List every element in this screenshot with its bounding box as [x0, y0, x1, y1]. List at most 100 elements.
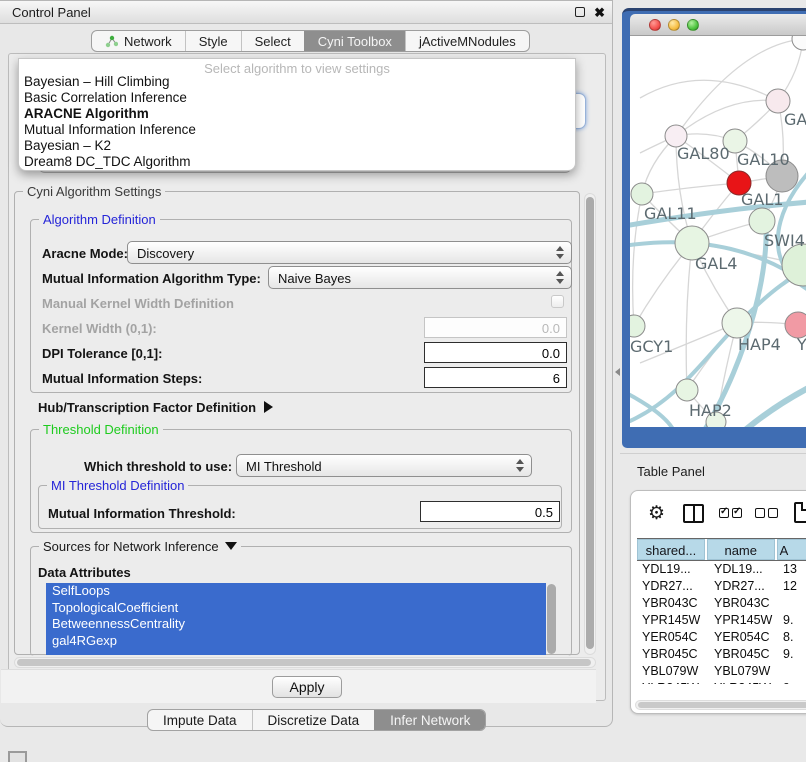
- mi-steps-field[interactable]: 6: [424, 367, 567, 388]
- algorithm-option[interactable]: Bayesian – Hill Climbing: [19, 74, 575, 90]
- node-label: SWI4: [764, 231, 805, 250]
- mi-steps-label: Mutual Information Steps:: [42, 371, 202, 386]
- attribute-item-partial: [46, 649, 546, 655]
- mi-threshold-field[interactable]: 0.5: [420, 501, 560, 522]
- close-traffic-light-icon[interactable]: [649, 19, 661, 31]
- node-label: GAL80: [677, 144, 730, 163]
- algorithm-option[interactable]: Mutual Information Inference: [19, 122, 575, 138]
- which-threshold-combobox[interactable]: MI Threshold: [236, 454, 532, 477]
- table-panel: ⚙ shared... name A YDL19...YDL19...13 YD…: [630, 490, 806, 714]
- panel-corner-icon[interactable]: [8, 751, 27, 762]
- mi-threshold-label: Mutual Information Threshold:: [48, 506, 236, 521]
- tab-network[interactable]: Network: [92, 31, 185, 51]
- manual-kernel-width-label: Manual Kernel Width Definition: [42, 296, 234, 311]
- column-header-name[interactable]: name: [707, 539, 775, 560]
- node-label: GAL11: [644, 204, 697, 223]
- node-label: GAL4: [695, 254, 737, 273]
- attribute-item-selected[interactable]: gal4RGexp: [46, 633, 546, 650]
- network-node-hap2[interactable]: [676, 379, 698, 401]
- table-row[interactable]: YBL079WYBL079W: [637, 663, 806, 680]
- node-label: GCY1: [630, 337, 673, 356]
- aracne-mode-label: Aracne Mode:: [42, 246, 128, 261]
- network-node-gcy1[interactable]: [630, 315, 645, 337]
- settings-group-title: Cyni Algorithm Settings: [23, 184, 165, 199]
- algorithm-option-selected[interactable]: ARACNE Algorithm: [19, 106, 575, 122]
- hub-definition-toggle[interactable]: Hub/Transcription Factor Definition: [38, 400, 273, 415]
- algorithm-option[interactable]: Dream8 DC_TDC Algorithm: [19, 154, 575, 170]
- algorithm-definition-title: Algorithm Definition: [39, 212, 160, 227]
- spinner-arrows-icon: [556, 271, 564, 284]
- attribute-item-selected[interactable]: BetweennessCentrality: [46, 616, 546, 633]
- network-icon: [105, 35, 118, 48]
- table-horizontal-scrollbar[interactable]: [635, 700, 806, 710]
- algorithm-option[interactable]: Basic Correlation Inference: [19, 90, 575, 106]
- node-label: GAL1: [741, 190, 783, 209]
- deselect-all-checks-icon[interactable]: [755, 508, 778, 518]
- kernel-width-label: Kernel Width (0,1):: [42, 321, 157, 336]
- split-columns-icon[interactable]: [683, 504, 704, 523]
- apply-button[interactable]: Apply: [272, 676, 342, 698]
- tab-style[interactable]: Style: [185, 31, 241, 51]
- table-row[interactable]: YDR27...YDR27...12: [637, 578, 806, 595]
- select-all-checks-icon[interactable]: [719, 508, 742, 518]
- network-node-gal11[interactable]: [631, 183, 653, 205]
- float-window-icon[interactable]: [575, 7, 585, 17]
- manual-kernel-width-checkbox[interactable]: [551, 295, 564, 308]
- aracne-mode-combobox[interactable]: Discovery: [127, 241, 572, 264]
- threshold-definition-title: Threshold Definition: [39, 422, 163, 437]
- settings-horizontal-scrollbar[interactable]: [14, 657, 596, 668]
- column-header-shared[interactable]: shared...: [637, 539, 705, 560]
- table-row[interactable]: YPR145WYPR145W9.: [637, 612, 806, 629]
- tab-cyni-toolbox[interactable]: Cyni Toolbox: [304, 31, 405, 51]
- screen: Control Panel ✖ Network Style Select Cyn…: [0, 0, 806, 762]
- which-threshold-label: Which threshold to use:: [84, 459, 232, 474]
- table-row[interactable]: YER054CYER054C8.: [637, 629, 806, 646]
- mi-algorithm-type-combobox[interactable]: Naive Bayes: [268, 266, 572, 289]
- node-label: HAP2: [689, 401, 732, 420]
- sources-group-toggle[interactable]: Sources for Network Inference: [39, 539, 241, 554]
- table-row[interactable]: YDL19...YDL19...13: [637, 561, 806, 578]
- network-node[interactable]: [792, 36, 806, 50]
- cyni-bottom-tabbar: Impute Data Discretize Data Infer Networ…: [147, 709, 486, 731]
- table-row[interactable]: YLR345WYLR345W9.: [637, 680, 806, 684]
- table-row[interactable]: YBR045CYBR045C9.: [637, 646, 806, 663]
- data-attributes-list[interactable]: SelfLoops TopologicalCoefficient Between…: [46, 583, 546, 655]
- tab-select[interactable]: Select: [241, 31, 304, 51]
- kernel-width-field[interactable]: 0.0: [424, 317, 567, 338]
- dpi-tolerance-field[interactable]: 0.0: [424, 342, 567, 363]
- tab-jactivemnodules[interactable]: jActiveMNodules: [405, 31, 529, 51]
- attribute-item-selected[interactable]: TopologicalCoefficient: [46, 600, 546, 617]
- table-toolbar: ⚙: [631, 491, 806, 538]
- network-window-titlebar: [630, 14, 806, 36]
- algorithm-option[interactable]: Bayesian – K2: [19, 138, 575, 154]
- table-header: shared... name A: [637, 539, 806, 561]
- minimize-traffic-light-icon[interactable]: [668, 19, 680, 31]
- mi-algorithm-type-label: Mutual Information Algorithm Type:: [42, 271, 261, 286]
- splitter-handle-icon[interactable]: [615, 368, 620, 376]
- column-header-partial[interactable]: A: [777, 539, 806, 560]
- network-canvas[interactable]: GAL GAL80 GAL10 GAL1 GAL11 SWI4 GAL4 GCY…: [630, 36, 806, 427]
- close-icon[interactable]: ✖: [594, 4, 605, 21]
- zoom-traffic-light-icon[interactable]: [687, 19, 699, 31]
- control-panel-titlebar: Control Panel ✖: [0, 1, 612, 24]
- node-label: HAP4: [738, 335, 781, 354]
- tab-infer-network[interactable]: Infer Network: [374, 710, 485, 730]
- node-table: shared... name A YDL19...YDL19...13 YDR2…: [637, 538, 806, 684]
- spinner-arrows-icon: [516, 459, 524, 472]
- gear-icon[interactable]: ⚙: [648, 502, 665, 525]
- data-attributes-label: Data Attributes: [38, 565, 131, 580]
- spinner-arrows-icon: [556, 246, 564, 259]
- tab-discretize-data[interactable]: Discretize Data: [252, 710, 375, 730]
- network-view-window: GAL GAL80 GAL10 GAL1 GAL11 SWI4 GAL4 GCY…: [622, 8, 806, 448]
- new-table-icon[interactable]: [794, 502, 806, 523]
- settings-vertical-scrollbar[interactable]: [584, 193, 596, 655]
- control-panel-title: Control Panel: [12, 1, 91, 24]
- network-node-hap4[interactable]: [722, 308, 752, 338]
- table-row[interactable]: YBR043CYBR043C: [637, 595, 806, 612]
- collapse-arrow-icon: [225, 542, 237, 550]
- tab-impute-data[interactable]: Impute Data: [148, 710, 252, 730]
- tab-network-label: Network: [124, 34, 172, 49]
- attributes-list-scrollbar[interactable]: [547, 584, 556, 654]
- table-panel-divider: [620, 453, 806, 454]
- attribute-item-selected[interactable]: SelfLoops: [46, 583, 546, 600]
